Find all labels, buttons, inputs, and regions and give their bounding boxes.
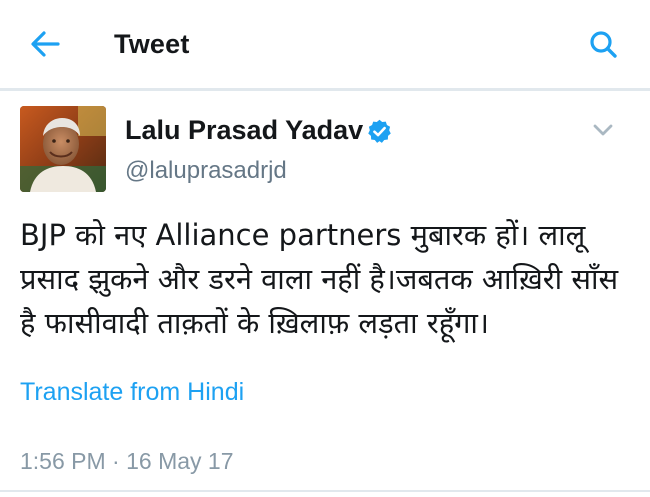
header-divider xyxy=(0,88,650,91)
avatar[interactable] xyxy=(20,106,106,192)
author-handle[interactable]: @laluprasadrjd xyxy=(125,157,287,185)
search-button[interactable] xyxy=(580,26,628,64)
arrow-left-icon xyxy=(31,31,60,57)
tweet-options-button[interactable] xyxy=(589,120,617,140)
bottom-divider xyxy=(0,490,650,492)
translate-link[interactable]: Translate from Hindi xyxy=(20,378,244,407)
search-icon xyxy=(590,31,617,58)
tweet-detail-screen: Tweet Lalu Prasad Yadav @laluprasadrjd B… xyxy=(0,0,650,497)
page-title: Tweet xyxy=(114,29,190,59)
verified-badge-icon xyxy=(366,118,393,145)
chevron-down-icon xyxy=(593,124,613,136)
top-app-bar: Tweet xyxy=(0,0,650,88)
tweet-timestamp: 1:56 PM · 16 May 17 xyxy=(20,448,234,474)
author-name[interactable]: Lalu Prasad Yadav xyxy=(125,115,363,146)
profile-photo-icon xyxy=(20,106,106,192)
back-button[interactable] xyxy=(22,26,66,62)
tweet-text: BJP को नए Alliance partners मुबारक हों। … xyxy=(20,218,619,340)
